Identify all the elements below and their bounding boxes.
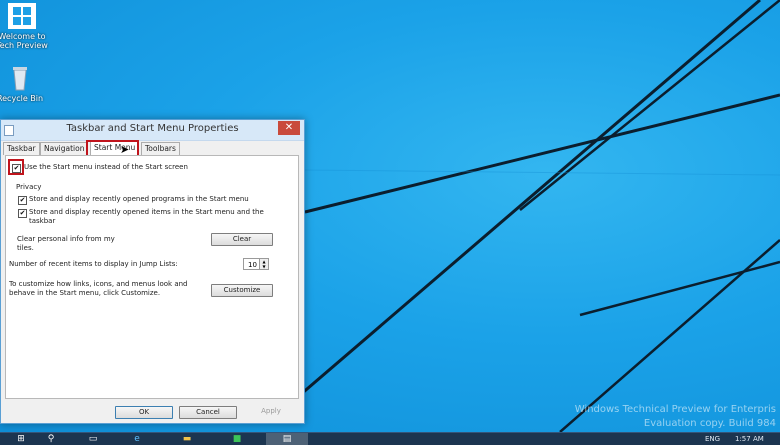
welcome-icon-label: Welcome to Tech Preview [0, 32, 48, 50]
watermark-line-1: Windows Technical Preview for Enterpris [574, 404, 776, 415]
clear-info-label-line2: tiles. [17, 244, 34, 252]
recycle-bin-icon [5, 64, 35, 92]
stepper-arrows-icon[interactable]: ▲ ▼ [259, 259, 268, 269]
ok-button[interactable]: OK [115, 406, 173, 419]
use-start-menu-label: Use the Start menu instead of the Start … [24, 163, 188, 171]
recent-items-label-line1: Store and display recently opened items … [29, 208, 264, 216]
clear-info-label-line1: Clear personal info from my [17, 235, 115, 243]
tab-navigation[interactable]: Navigation [40, 142, 89, 155]
search-icon[interactable]: ⚲ [44, 434, 58, 445]
start-button-icon[interactable]: ⊞ [14, 434, 28, 445]
tab-strip: Taskbar Navigation Start Menu Toolbars [1, 140, 304, 156]
recent-programs-label: Store and display recently opened progra… [29, 195, 249, 203]
store-icon[interactable]: ■ [230, 434, 244, 445]
internet-explorer-icon[interactable]: e [130, 434, 144, 445]
customize-label-line1: To customize how links, icons, and menus… [9, 280, 188, 288]
cancel-button[interactable]: Cancel [179, 406, 237, 419]
jump-lists-stepper[interactable]: 10 ▲ ▼ [243, 258, 269, 270]
mouse-pointer-icon: ➤ [120, 143, 130, 156]
file-explorer-icon[interactable]: ▬ [180, 434, 194, 445]
dialog-title: Taskbar and Start Menu Properties [66, 123, 239, 134]
recent-items-checkbox[interactable]: ✔ [18, 209, 27, 218]
tab-taskbar[interactable]: Taskbar [3, 142, 40, 155]
recent-programs-checkbox[interactable]: ✔ [18, 196, 27, 205]
apply-button[interactable]: Apply [243, 406, 299, 417]
jump-lists-value: 10 [248, 261, 257, 269]
watermark-line-2: Evaluation copy. Build 984 [643, 418, 776, 429]
taskbar-properties-dialog: Taskbar and Start Menu Properties ✕ Task… [0, 119, 305, 424]
clear-button[interactable]: Clear [211, 233, 273, 246]
clock[interactable]: 1:57 AM [735, 433, 764, 445]
customize-button[interactable]: Customize [211, 284, 273, 297]
recycle-bin-desktop-icon[interactable]: Recycle Bin [0, 64, 46, 103]
properties-window-icon[interactable]: ▤ [280, 434, 294, 445]
language-indicator[interactable]: ENG [705, 433, 720, 445]
use-start-menu-highlight [8, 159, 24, 175]
recycle-bin-label: Recycle Bin [0, 94, 44, 103]
jump-lists-label: Number of recent items to display in Jum… [9, 260, 178, 268]
task-view-icon[interactable]: ▭ [86, 434, 100, 445]
start-menu-panel: ✔ Use the Start menu instead of the Star… [5, 155, 299, 399]
taskbar: ⊞ ⚲ ▭ e ▬ ■ ▤ ENG 1:57 AM [0, 432, 780, 445]
title-bar[interactable]: Taskbar and Start Menu Properties ✕ [1, 120, 304, 141]
recent-items-label-line2: taskbar [29, 217, 56, 225]
tab-toolbars[interactable]: Toolbars [141, 142, 180, 155]
close-button[interactable]: ✕ [278, 121, 300, 135]
welcome-desktop-icon[interactable]: Welcome to Tech Preview [0, 2, 48, 50]
customize-label-line2: behave in the Start menu, click Customiz… [9, 289, 161, 297]
privacy-heading: Privacy [16, 183, 42, 191]
windows-logo-icon [7, 2, 37, 30]
